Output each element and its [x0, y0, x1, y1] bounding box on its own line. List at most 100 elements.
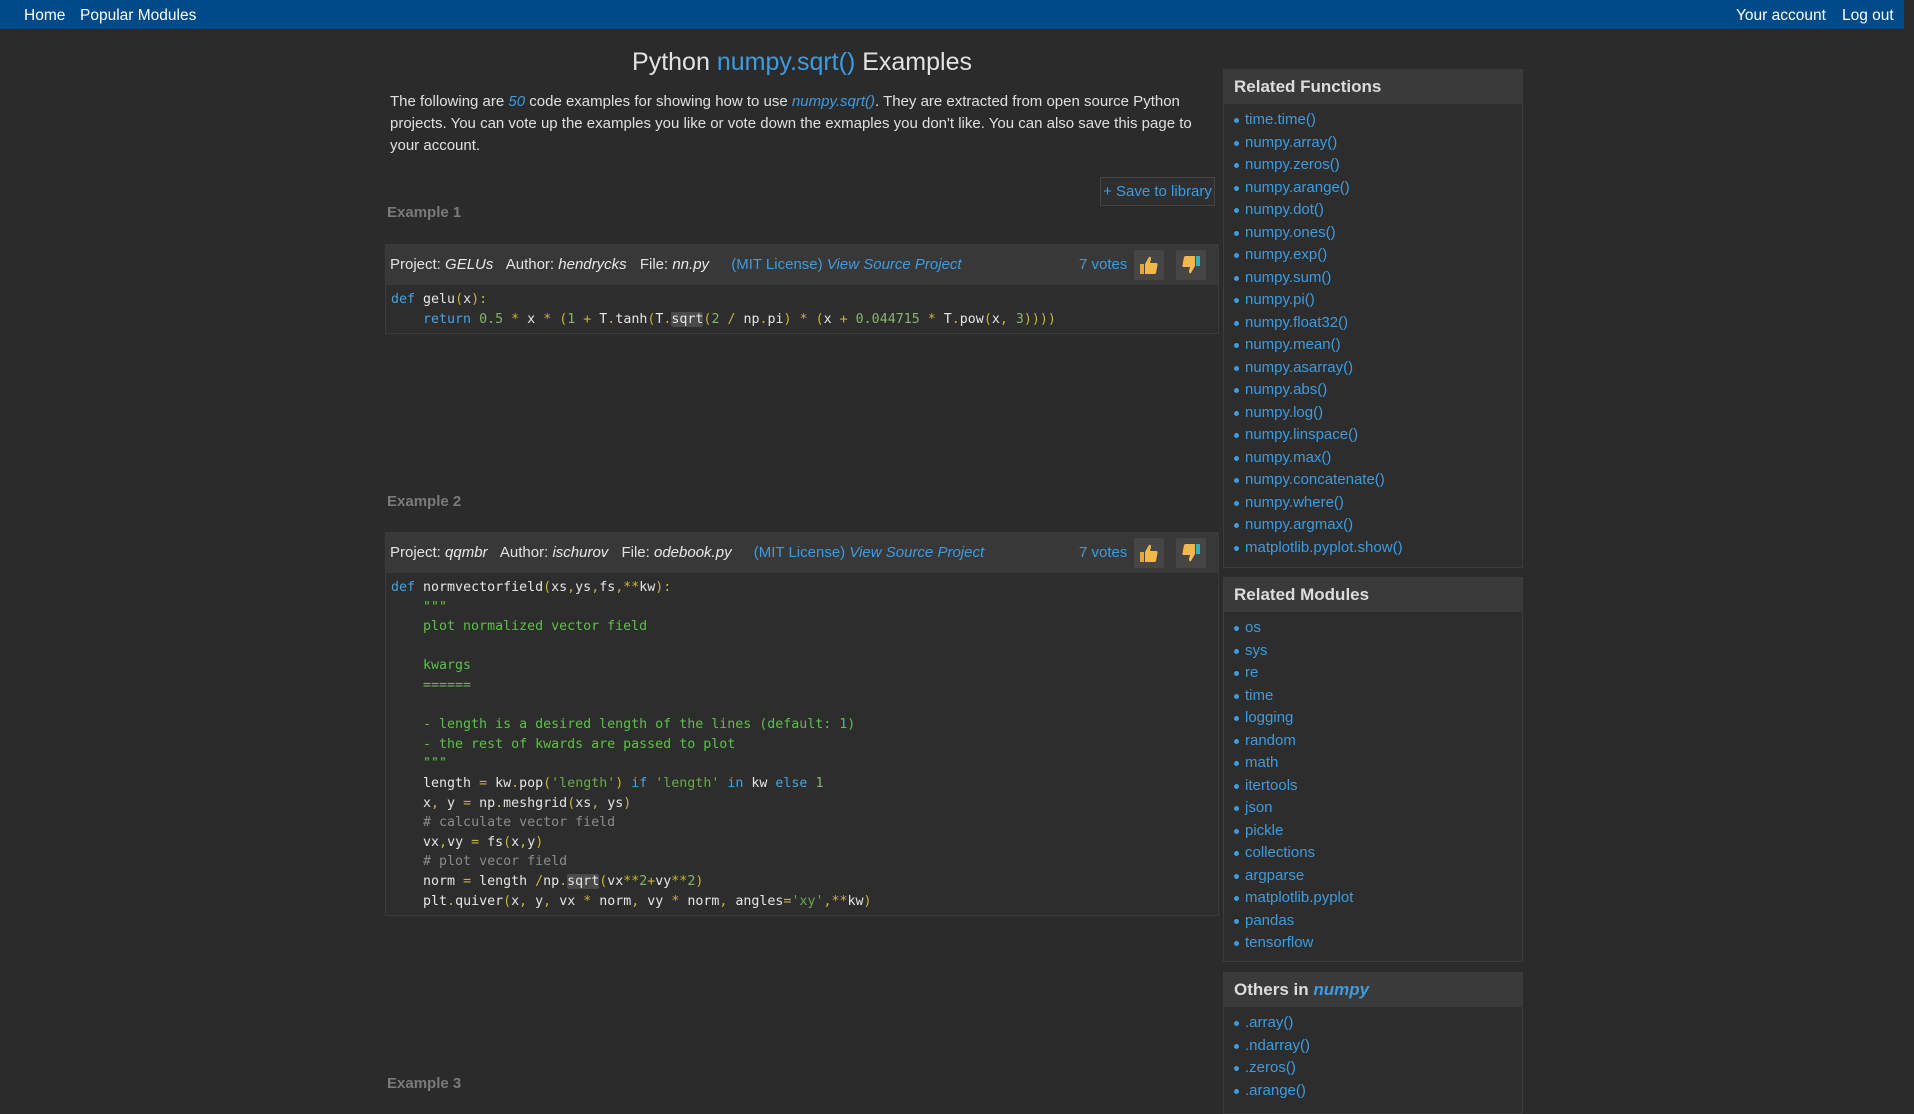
example-2-box: Project: qqmbr Author: ischurov File: od…	[385, 532, 1219, 917]
related-function-link[interactable]: numpy.array()	[1245, 134, 1337, 151]
save-to-library-button[interactable]: + Save to library	[1100, 177, 1215, 206]
bullet-icon	[1234, 626, 1239, 631]
nav-logout-link[interactable]: Log out	[1842, 7, 1894, 25]
related-function-link[interactable]: numpy.pi()	[1245, 291, 1315, 308]
related-module-link[interactable]: tensorflow	[1245, 934, 1313, 951]
related-function-item: time.time()	[1232, 109, 1522, 132]
related-function-link[interactable]: numpy.concatenate()	[1245, 471, 1385, 488]
related-function-item: numpy.ones()	[1232, 222, 1522, 245]
bullet-icon	[1234, 230, 1239, 236]
bullet-icon	[1234, 671, 1239, 676]
related-function-link[interactable]: numpy.log()	[1245, 404, 1323, 421]
related-function-link[interactable]: numpy.sum()	[1245, 269, 1331, 286]
other-function-link[interactable]: .array()	[1245, 1014, 1293, 1031]
related-function-item: numpy.concatenate()	[1232, 469, 1522, 492]
title-function-link[interactable]: numpy.sqrt()	[717, 48, 855, 76]
others-title-prefix: Others in	[1234, 980, 1314, 999]
bullet-icon	[1234, 941, 1239, 946]
bullet-icon	[1234, 118, 1239, 123]
file-name: nn.py	[672, 256, 710, 273]
related-module-link[interactable]: argparse	[1245, 867, 1304, 884]
vote-up-button[interactable]	[1134, 250, 1164, 280]
related-function-link[interactable]: numpy.argmax()	[1245, 516, 1353, 533]
related-module-link[interactable]: random	[1245, 732, 1296, 749]
vote-down-button[interactable]	[1176, 250, 1206, 280]
example-count: 50	[508, 93, 526, 110]
related-module-item: random	[1232, 730, 1522, 753]
related-function-item: numpy.asarray()	[1232, 357, 1522, 380]
related-function-item: numpy.max()	[1232, 447, 1522, 470]
related-function-item: numpy.mean()	[1232, 334, 1522, 357]
related-function-link[interactable]: numpy.mean()	[1245, 336, 1341, 353]
nav-your-account-link[interactable]: Your account	[1736, 7, 1826, 25]
related-module-link[interactable]: pickle	[1245, 822, 1283, 839]
project-label: Project:	[390, 256, 441, 273]
related-function-link[interactable]: numpy.where()	[1245, 494, 1344, 511]
related-module-link[interactable]: re	[1245, 664, 1258, 681]
related-module-link[interactable]: itertools	[1245, 777, 1298, 794]
related-module-item: re	[1232, 662, 1522, 685]
related-module-link[interactable]: pandas	[1245, 912, 1294, 929]
related-module-link[interactable]: json	[1245, 799, 1273, 816]
bullet-icon	[1234, 828, 1239, 834]
related-function-link[interactable]: numpy.dot()	[1245, 201, 1324, 218]
related-module-link[interactable]: matplotlib.pyplot	[1245, 889, 1353, 906]
example-2-header: Project: qqmbr Author: ischurov File: od…	[386, 533, 1218, 573]
other-function-item: .ndarray()	[1232, 1035, 1522, 1058]
bullet-icon	[1234, 343, 1239, 348]
page-title: Python numpy.sqrt() Examples	[386, 48, 1218, 77]
bullet-icon	[1234, 1021, 1239, 1026]
other-function-link[interactable]: .zeros()	[1245, 1059, 1296, 1076]
others-module-link[interactable]: numpy	[1313, 980, 1369, 999]
example-1-box: Project: GELUs Author: hendrycks File: n…	[385, 244, 1219, 335]
related-function-link[interactable]: numpy.exp()	[1245, 246, 1327, 263]
related-module-item: os	[1232, 617, 1522, 640]
related-function-link[interactable]: numpy.abs()	[1245, 381, 1327, 398]
related-function-link[interactable]: numpy.max()	[1245, 449, 1331, 466]
related-module-link[interactable]: math	[1245, 754, 1278, 771]
related-module-link[interactable]: time	[1245, 687, 1273, 704]
example-1-code: def gelu(x): return 0.5 * x * (1 + T.tan…	[391, 292, 1056, 327]
related-modules-title: Related Modules	[1224, 578, 1522, 612]
related-function-item: numpy.where()	[1232, 492, 1522, 515]
other-function-item: .zeros()	[1232, 1057, 1522, 1080]
related-function-link[interactable]: numpy.zeros()	[1245, 156, 1340, 173]
other-function-link[interactable]: .arange()	[1245, 1082, 1306, 1099]
other-function-item: .array()	[1232, 1012, 1522, 1035]
title-suffix: Examples	[862, 48, 972, 76]
bullet-icon	[1234, 298, 1239, 303]
bullet-icon	[1234, 253, 1239, 258]
view-source-link[interactable]: View Source Project	[849, 544, 984, 561]
related-function-link[interactable]: numpy.asarray()	[1245, 359, 1353, 376]
intro-text-1: The following are	[390, 93, 509, 110]
author-name: hendrycks	[558, 256, 627, 273]
nav-home-link[interactable]: Home	[24, 7, 65, 25]
vote-down-button[interactable]	[1176, 538, 1206, 568]
related-function-link[interactable]: numpy.float32()	[1245, 314, 1348, 331]
file-label: File:	[639, 256, 669, 273]
nav-popular-modules-link[interactable]: Popular Modules	[80, 7, 196, 25]
related-function-link[interactable]: matplotlib.pyplot.show()	[1245, 539, 1403, 556]
related-modules-panel: Related Modules os sys re time logging random…	[1223, 577, 1523, 962]
example-2-heading: Example 2	[387, 493, 462, 510]
intro-function-link[interactable]: numpy.sqrt()	[792, 93, 875, 110]
related-function-item: numpy.dot()	[1232, 199, 1522, 222]
related-module-link[interactable]: sys	[1245, 642, 1268, 659]
related-function-link[interactable]: numpy.arange()	[1245, 179, 1350, 196]
related-module-link[interactable]: os	[1245, 619, 1261, 636]
bullet-icon	[1234, 761, 1239, 766]
other-function-link[interactable]: .ndarray()	[1245, 1037, 1310, 1054]
related-module-link[interactable]: collections	[1245, 844, 1315, 861]
bullet-icon	[1234, 320, 1239, 326]
related-function-item: numpy.log()	[1232, 402, 1522, 425]
related-function-link[interactable]: numpy.linspace()	[1245, 426, 1358, 443]
bullet-icon	[1234, 783, 1239, 789]
related-module-item: time	[1232, 685, 1522, 708]
related-module-item: tensorflow	[1232, 932, 1522, 955]
related-module-link[interactable]: logging	[1245, 709, 1293, 726]
related-function-item: numpy.abs()	[1232, 379, 1522, 402]
related-function-link[interactable]: numpy.ones()	[1245, 224, 1336, 241]
related-function-link[interactable]: time.time()	[1245, 111, 1316, 128]
vote-up-button[interactable]	[1134, 538, 1164, 568]
view-source-link[interactable]: View Source Project	[827, 256, 962, 273]
